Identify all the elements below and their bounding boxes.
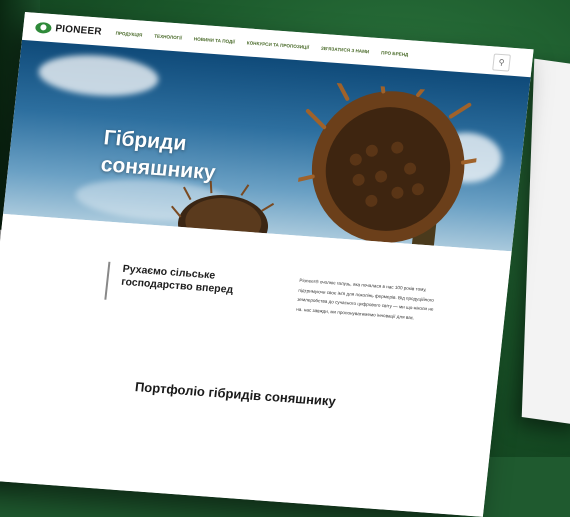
nav-item-about-brand[interactable]: ПРО БРЕНД bbox=[381, 50, 409, 57]
nav-item-contact-us[interactable]: ЗВ'ЯЗАТИСЯ З НАМИ bbox=[321, 45, 370, 54]
nav-item-news-events[interactable]: НОВИНИ ТА ПОДІЇ bbox=[194, 36, 236, 44]
main-content: Рухаємо сільське господарство вперед Pio… bbox=[0, 213, 512, 517]
cloud-decoration bbox=[36, 51, 161, 100]
website-screen: PIONEER ПРОДУКЦІЯ ТЕХНОЛОГІЇ НОВИНИ ТА П… bbox=[0, 12, 534, 517]
nav-item-contests-offers[interactable]: КОНКУРСИ ТА ПРОПОЗИЦІЇ bbox=[247, 40, 310, 50]
intro-heading: Рухаємо сільське господарство вперед bbox=[121, 263, 236, 297]
section-divider bbox=[104, 261, 111, 300]
nav-item-products[interactable]: ПРОДУКЦІЯ bbox=[115, 30, 142, 37]
intro-body-text: Pioneer® очолює галузь, яка почалася в н… bbox=[296, 277, 435, 320]
nav-item-technologies[interactable]: ТЕХНОЛОГІЇ bbox=[154, 33, 182, 40]
sunflower-image-large bbox=[294, 80, 482, 252]
hero-title: Гібриди соняшнику bbox=[99, 124, 219, 186]
brand-name: PIONEER bbox=[54, 22, 103, 38]
portfolio-title: Портфоліо гібридів соняшнику bbox=[134, 379, 337, 409]
brand-logo[interactable]: PIONEER bbox=[34, 21, 103, 38]
search-button[interactable]: ⚲ bbox=[492, 53, 511, 72]
pioneer-logo-icon bbox=[34, 21, 53, 34]
search-icon: ⚲ bbox=[498, 57, 505, 67]
